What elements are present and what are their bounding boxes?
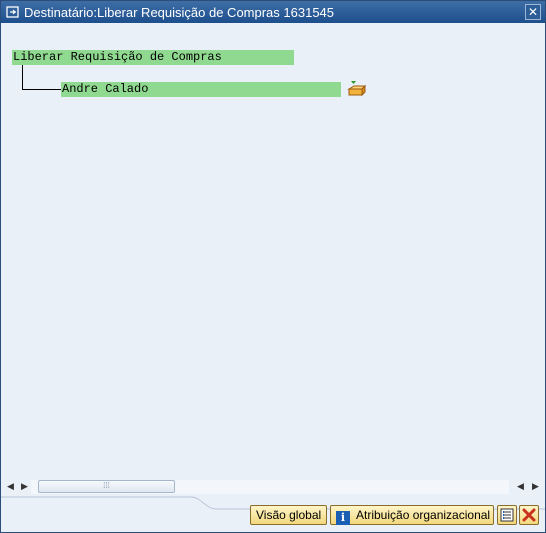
tree-connector — [22, 89, 61, 90]
cancel-icon[interactable] — [519, 505, 539, 525]
tree-area: Liberar Requisição de Compras Andre Cala… — [1, 24, 545, 478]
scroll-right-end-icon[interactable]: ▶ — [532, 481, 539, 492]
scroll-right-icon[interactable]: ▶ — [21, 481, 28, 492]
tree-connector — [22, 65, 23, 89]
title-bar: Destinatário:Liberar Requisição de Compr… — [1, 1, 545, 23]
dialog-window: Destinatário:Liberar Requisição de Compr… — [0, 0, 546, 533]
list-icon[interactable] — [497, 505, 517, 525]
scroll-thumb[interactable]: ⁞⁞⁞ — [38, 480, 175, 493]
horizontal-scrollbar[interactable]: ◀ ▶ ⁞⁞⁞ ◀ ▶ — [1, 478, 545, 496]
close-icon[interactable]: ✕ — [525, 4, 541, 20]
scroll-left-icon[interactable]: ◀ — [7, 481, 14, 492]
window-menu-icon[interactable] — [6, 5, 20, 19]
window-title: Destinatário:Liberar Requisição de Compr… — [24, 4, 335, 20]
bottom-toolbar: Visão global i Atribuição organizacional — [1, 505, 545, 529]
org-assignment-label: Atribuição organizacional — [356, 508, 491, 522]
tree-node-root[interactable]: Liberar Requisição de Compras — [12, 50, 294, 65]
info-icon: i — [336, 511, 350, 525]
global-view-button[interactable]: Visão global — [250, 505, 327, 525]
tree-node-child[interactable]: Andre Calado — [61, 82, 341, 97]
scroll-left-end-icon[interactable]: ◀ — [517, 481, 524, 492]
pencil-note-icon[interactable] — [346, 80, 367, 98]
org-assignment-button[interactable]: i Atribuição organizacional — [330, 505, 494, 525]
